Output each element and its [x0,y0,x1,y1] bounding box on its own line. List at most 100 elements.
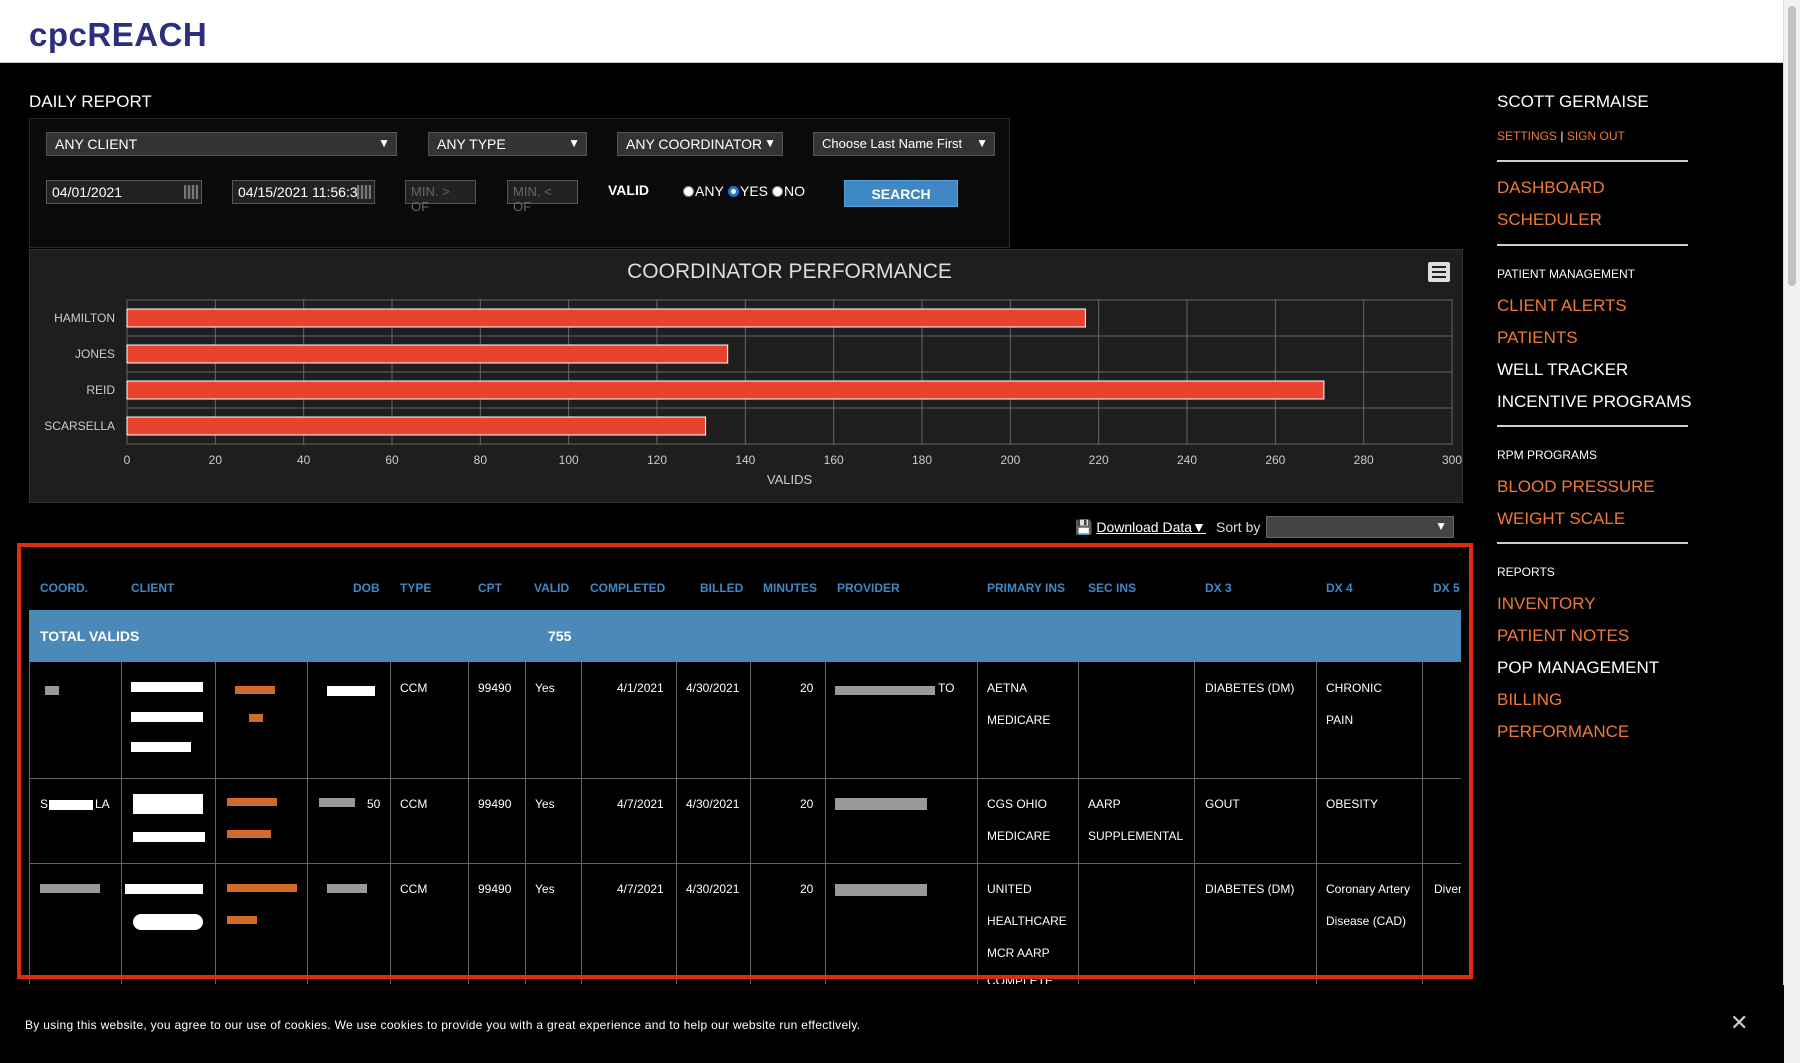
bar [126,416,707,436]
cookie-text: By using this website, you agree to our … [25,1018,861,1032]
cell-dx4: CHRONIC [1326,681,1382,695]
sort-by-select[interactable]: ▼ [1266,516,1454,538]
calendar-icon[interactable] [184,185,198,199]
sidebar-item-scheduler[interactable]: SCHEDULER [1497,210,1602,230]
x-tick-label: 80 [474,453,488,467]
date-from-value: 04/01/2021 [52,184,123,200]
th-cpt[interactable]: CPT [478,566,502,610]
radio-yes-label: YES [740,183,769,199]
th-sec-ins[interactable]: SEC INS [1088,566,1136,610]
cell-dob-fragment: 50 [367,797,381,811]
th-dx4[interactable]: DX 4 [1326,566,1353,610]
type-select-value: ANY TYPE [437,136,506,152]
type-select[interactable]: ANY TYPE ▼ [428,132,587,156]
radio-no[interactable]: NO [772,183,805,199]
min-greater-input[interactable]: MIN. > OF [405,180,476,214]
close-icon[interactable]: ✕ [1730,1012,1748,1034]
cell-dx5: Diver [1434,882,1461,896]
client-select[interactable]: ANY CLIENT ▼ [46,132,397,156]
sidebar-item-inventory[interactable]: INVENTORY [1497,594,1596,614]
radio-any[interactable]: ANY [683,183,724,199]
cell-coord-fragment: LA [95,797,110,811]
sidebar-item-blood-pressure[interactable]: BLOOD PRESSURE [1497,477,1655,497]
th-primary-ins[interactable]: PRIMARY INS [987,566,1065,610]
redacted-coord [45,686,59,695]
page-scrollbar[interactable] [1783,0,1800,1063]
coordinator-select[interactable]: ANY COORDINATOR ▼ [617,132,783,156]
sidebar-item-billing[interactable]: BILLING [1497,690,1562,710]
radio-no-label: NO [784,183,805,199]
th-completed[interactable]: COMPLETED [590,566,665,610]
settings-link[interactable]: SETTINGS [1497,129,1557,143]
cell-dx3: DIABETES (DM) [1205,882,1295,896]
th-provider[interactable]: PROVIDER [837,566,900,610]
th-dob[interactable]: DOB [353,566,380,610]
cell-billed: 4/30/2021 [686,681,740,695]
top-header: cpcREACH [0,0,1784,63]
th-dx5[interactable]: DX 5 [1433,566,1460,610]
min-less-input[interactable]: MIN. < OF [507,180,578,214]
page-title: DAILY REPORT [29,92,152,111]
redacted-dob [327,884,367,893]
chevron-down-icon: ▼ [976,136,988,150]
th-minutes[interactable]: MINUTES [763,566,817,610]
th-client[interactable]: CLIENT [131,566,174,610]
table-body: CCM 99490 Yes 4/1/2021 4/30/2021 20 TO A… [29,662,1461,984]
th-billed[interactable]: BILLED [700,566,743,610]
calendar-icon[interactable] [357,185,371,199]
date-to-input[interactable]: 04/15/2021 11:56:3 [232,180,375,204]
sidebar-item-incentive-programs[interactable]: INCENTIVE PROGRAMS [1497,392,1692,412]
sign-out-link[interactable]: SIGN OUT [1567,129,1625,143]
sidebar-section-reports: REPORTS [1497,565,1555,579]
chart-menu-icon[interactable] [1428,262,1450,282]
cell-minutes: 20 [800,797,814,811]
sidebar-item-patient-notes[interactable]: PATIENT NOTES [1497,626,1629,646]
redacted-address [227,916,257,924]
radio-any-dot[interactable] [683,186,694,197]
th-coord[interactable]: COORD. [40,566,88,610]
total-valids-row: TOTAL VALIDS 755 [29,610,1461,662]
cell-completed: 4/1/2021 [617,681,664,695]
x-axis-label: VALIDS [767,472,813,487]
date-from-input[interactable]: 04/01/2021 [46,180,202,204]
sidebar-item-well-tracker[interactable]: WELL TRACKER [1497,360,1628,380]
x-tick-label: 40 [297,453,311,467]
th-dx3[interactable]: DX 3 [1205,566,1232,610]
chevron-down-icon: ▼ [568,136,580,150]
x-tick-label: 60 [385,453,399,467]
redacted-provider [835,884,927,896]
th-type[interactable]: TYPE [400,566,431,610]
radio-yes-dot[interactable] [728,186,739,197]
scrollbar-thumb[interactable] [1788,6,1796,286]
cell-type: CCM [400,882,428,896]
name-order-select[interactable]: Choose Last Name First ▼ [813,132,995,156]
radio-no-dot[interactable] [772,186,783,197]
cell-minutes: 20 [800,882,814,896]
sidebar-item-dashboard[interactable]: DASHBOARD [1497,178,1605,198]
cell-cpt: 99490 [478,797,512,811]
date-to-value: 04/15/2021 11:56:3 [238,184,358,200]
y-category-label: REID [86,383,115,397]
sidebar-item-client-alerts[interactable]: CLIENT ALERTS [1497,296,1627,316]
redacted-client [133,832,205,842]
x-tick-label: 0 [124,453,131,467]
sidebar-item-pop-management[interactable]: POP MANAGEMENT [1497,658,1659,678]
sidebar-item-performance[interactable]: PERFORMANCE [1497,722,1629,742]
table-header: COORD. CLIENT DOB TYPE CPT VALID COMPLET… [29,566,1461,610]
y-category-label: SCARSELLA [44,419,115,433]
th-valid[interactable]: VALID [534,566,569,610]
redacted-address [249,714,263,722]
x-tick-label: 140 [735,453,755,467]
redacted-client [131,682,203,692]
cell-type: CCM [400,797,428,811]
search-button[interactable]: SEARCH [844,180,958,207]
sidebar-item-weight-scale[interactable]: WEIGHT SCALE [1497,509,1625,529]
user-name: SCOTT GERMAISE [1497,92,1649,111]
name-order-select-value: Choose Last Name First [822,136,963,151]
radio-yes[interactable]: YES [728,183,768,199]
sidebar-item-patients[interactable]: PATIENTS [1497,328,1578,348]
x-tick-label: 240 [1177,453,1197,467]
download-data-button[interactable]: 💾 Download Data▼ [1075,519,1206,536]
valid-label: VALID [608,182,649,198]
app-logo[interactable]: cpcREACH [29,16,207,54]
